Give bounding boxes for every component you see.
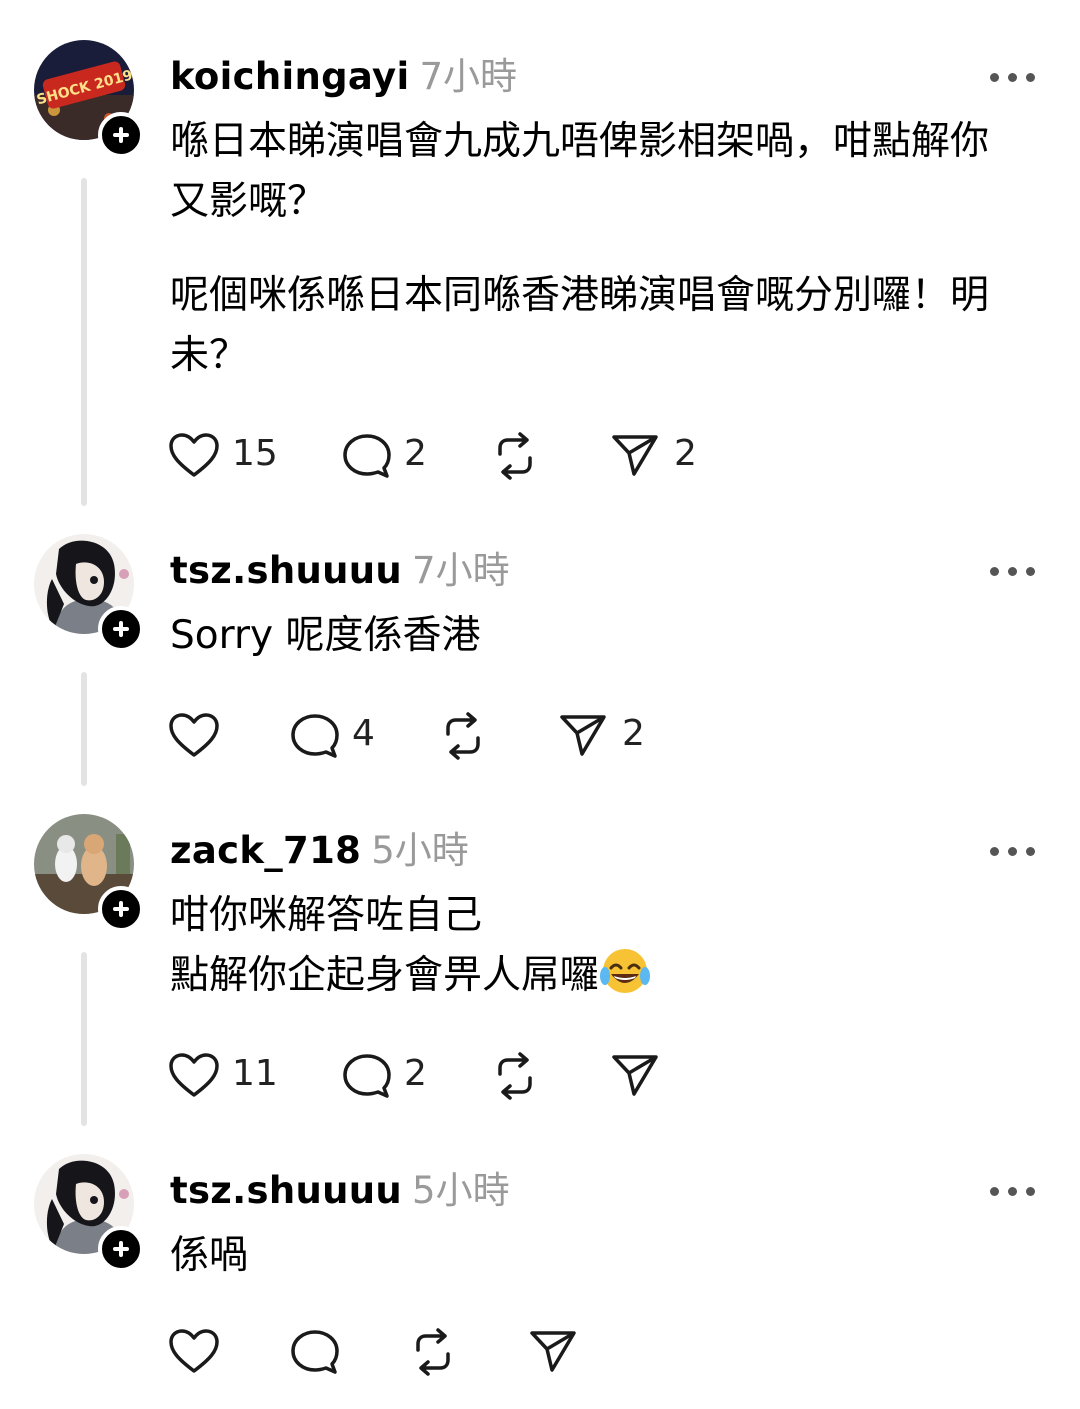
action-bar: [168, 1326, 868, 1376]
more-options-icon[interactable]: [990, 70, 1036, 84]
like-count: 15: [232, 433, 278, 474]
thread-line: [81, 952, 87, 1126]
face-with-tears-of-joy-icon: [599, 946, 651, 1014]
more-options-icon[interactable]: [990, 564, 1036, 578]
heart-icon: [169, 1329, 219, 1373]
thread-line: [81, 672, 87, 786]
username[interactable]: koichingayi: [170, 55, 409, 98]
post-header: tsz.shuuuu 7小時: [170, 540, 510, 596]
send-icon: [530, 1331, 576, 1372]
heart-icon: [169, 433, 219, 477]
post-paragraph: 係喎: [170, 1233, 249, 1278]
action-bar: 15 2 2: [168, 430, 868, 480]
post-text: 係喎: [170, 1226, 1030, 1286]
action-bar: 4 2: [168, 710, 868, 760]
repost-icon: [446, 712, 480, 760]
post-line: 點解你企起身會畀人屌囉: [170, 953, 600, 998]
post-text: 咁你咪解答咗自己 點解你企起身會畀人屌囉: [170, 886, 1030, 1014]
timestamp: 5小時: [412, 1169, 510, 1212]
follow-plus-icon[interactable]: [98, 606, 144, 652]
more-options-icon[interactable]: [990, 844, 1036, 858]
send-icon: [612, 435, 658, 476]
post-header: tsz.shuuuu 5小時: [170, 1160, 510, 1216]
post-header: zack_718 5小時: [170, 820, 469, 876]
post-paragraph: Sorry 呢度係香港: [170, 613, 481, 658]
thread-line: [81, 178, 87, 506]
repost-icon: [498, 432, 532, 480]
timestamp: 7小時: [412, 549, 510, 592]
username[interactable]: zack_718: [170, 829, 361, 872]
post-paragraph: 咁你咪解答咗自己: [170, 893, 483, 938]
follow-plus-icon[interactable]: [98, 112, 144, 158]
timestamp: 5小時: [371, 829, 469, 872]
post-text: 喺日本睇演唱會九成九唔俾影相架喎，咁點解你又影嘅？ 呢個咪係喺日本同喺香港睇演唱…: [170, 112, 1030, 386]
comment-icon: [291, 714, 339, 758]
comment-icon: [343, 1054, 391, 1098]
post-header: koichingayi 7小時: [170, 46, 517, 102]
send-icon: [560, 715, 606, 756]
reply-count: 4: [352, 713, 375, 754]
repost-icon: [498, 1052, 532, 1100]
post-paragraph: 喺日本睇演唱會九成九唔俾影相架喎，咁點解你又影嘅？: [170, 119, 990, 224]
heart-icon: [169, 713, 219, 757]
heart-icon: [169, 1053, 219, 1097]
more-options-icon[interactable]: [990, 1184, 1036, 1198]
follow-plus-icon[interactable]: [98, 1226, 144, 1272]
timestamp: 7小時: [419, 55, 517, 98]
send-icon: [612, 1055, 658, 1096]
share-count: 2: [674, 433, 697, 474]
post-text: Sorry 呢度係香港: [170, 606, 1030, 666]
repost-icon: [416, 1328, 450, 1376]
post-paragraph: 呢個咪係喺日本同喺香港睇演唱會嘅分別囉！明未？: [170, 273, 990, 378]
reply-count: 2: [404, 1053, 427, 1094]
share-count: 2: [622, 713, 645, 754]
username[interactable]: tsz.shuuuu: [170, 1169, 402, 1212]
action-bar: 11 2: [168, 1050, 868, 1100]
reply-count: 2: [404, 433, 427, 474]
comment-icon: [291, 1330, 339, 1374]
username[interactable]: tsz.shuuuu: [170, 549, 402, 592]
like-count: 11: [232, 1053, 278, 1094]
comment-icon: [343, 434, 391, 478]
post-paragraph: 點解你企起身會畀人屌囉: [170, 946, 1030, 1014]
follow-plus-icon[interactable]: [98, 886, 144, 932]
